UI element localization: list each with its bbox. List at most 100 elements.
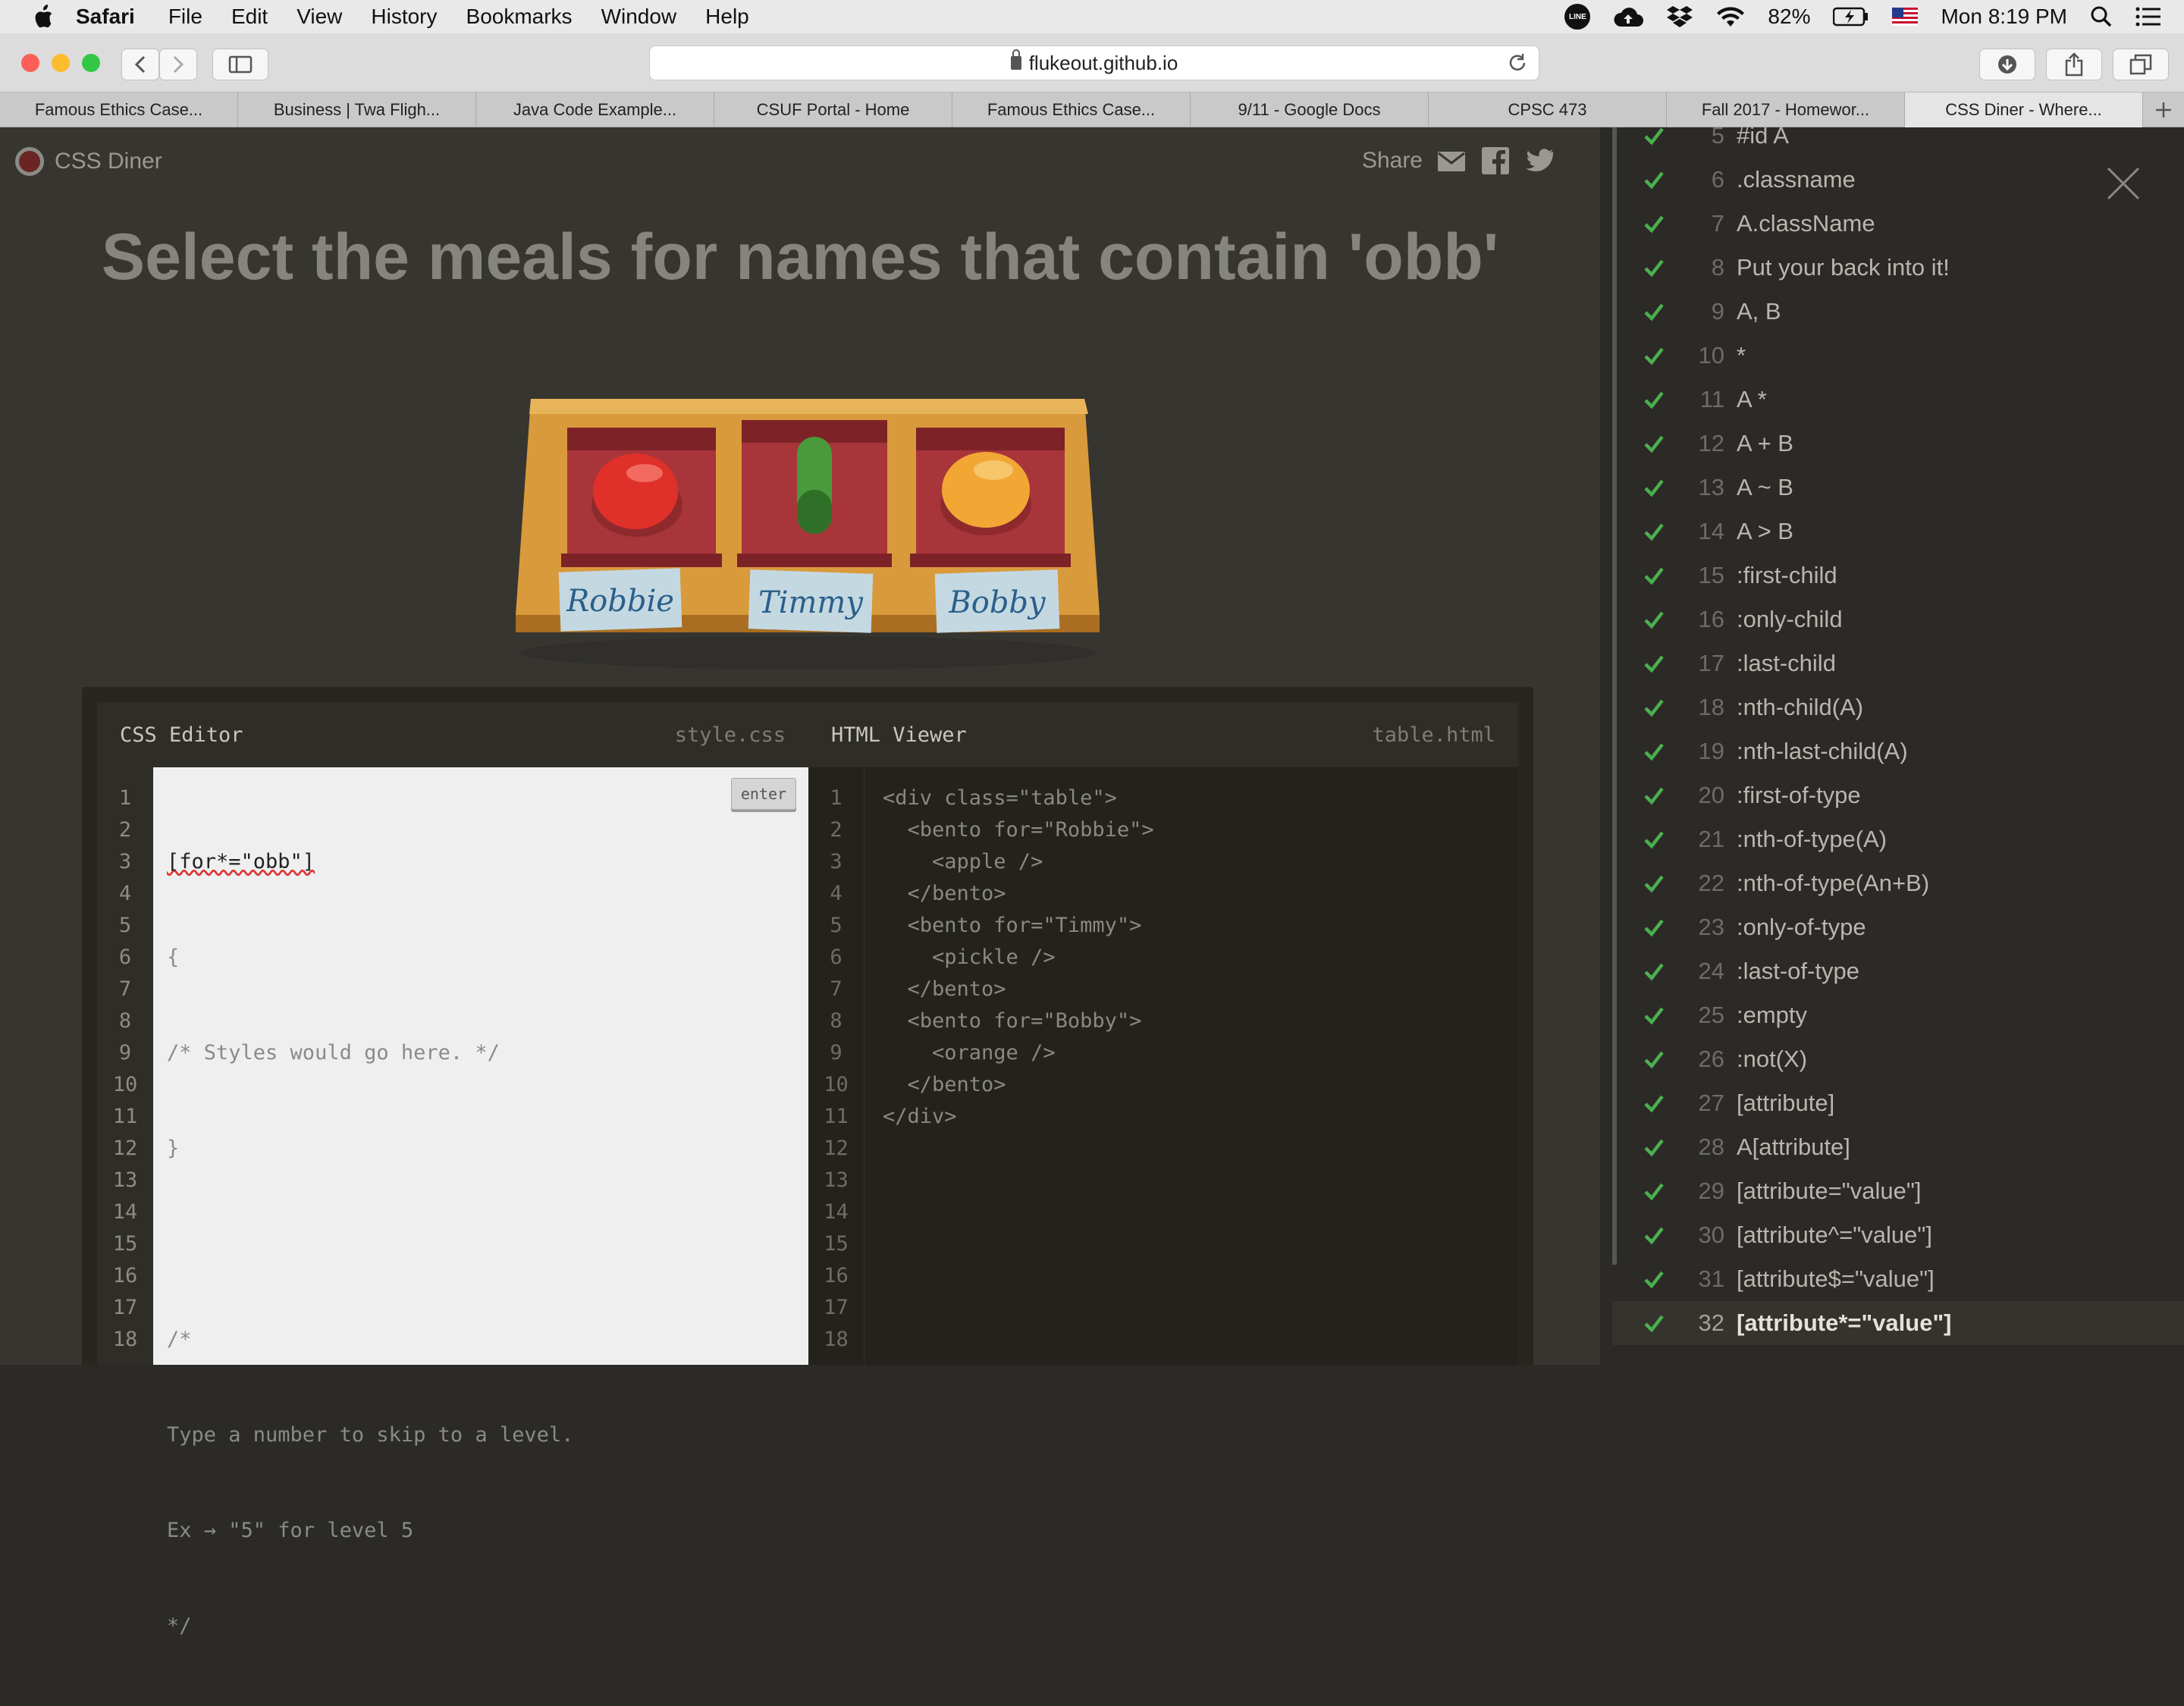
level-item-24[interactable]: 24:last-of-type <box>1612 949 2184 993</box>
level-item-32[interactable]: 32 [attribute*="value"] <box>1612 1301 2184 1345</box>
css-selector-input[interactable]: [for*="obb"] <box>167 846 573 878</box>
new-tab-button[interactable] <box>2143 93 2184 127</box>
level-item-31[interactable]: 31 [attribute$="value"] <box>1612 1257 2184 1301</box>
css-code: [for*="obb"] { /* Styles would go here. … <box>167 782 573 1706</box>
level-item-23[interactable]: 23:only-of-type <box>1612 905 2184 949</box>
menu-history[interactable]: History <box>371 5 437 29</box>
facebook-icon[interactable] <box>1480 146 1511 176</box>
html-viewer-filename: table.html <box>1372 723 1495 747</box>
level-item-19[interactable]: 19:nth-last-child(A) <box>1612 729 2184 773</box>
level-item-26[interactable]: 26:not(X) <box>1612 1037 2184 1081</box>
html-code-line[interactable]: <bento for="Timmy"> <box>883 910 1154 942</box>
line-app-icon[interactable]: LINE <box>1564 4 1591 30</box>
level-item-12[interactable]: 12 A + B <box>1612 422 2184 466</box>
level-item-11[interactable]: 11 A * <box>1612 378 2184 422</box>
battery-charging-icon[interactable] <box>1833 7 1869 27</box>
apple-menu-icon[interactable] <box>32 4 55 30</box>
html-code-line[interactable]: </div> <box>883 1101 1154 1133</box>
level-item-15[interactable]: 15:first-child <box>1612 554 2184 597</box>
tab-css-diner[interactable]: CSS Diner - Where... <box>1905 93 2143 127</box>
css-editor-body[interactable]: 1 2 3 4 5 6 7 8 9 10 11 12 13 14 15 16 17 18 [for*="obb"]… <box>97 767 808 1638</box>
level-item-5[interactable]: 5 #id A <box>1612 127 2184 158</box>
level-instruction-title: Select the meals for names that contain … <box>101 221 1499 293</box>
menubar-clock[interactable]: Mon 8:19 PM <box>1941 5 2067 29</box>
level-item-6[interactable]: 6 .classname <box>1612 158 2184 202</box>
share-button[interactable] <box>2046 49 2102 80</box>
html-code-line[interactable]: <div class="table"> <box>883 782 1154 814</box>
wifi-icon[interactable] <box>1716 5 1745 28</box>
level-item-20[interactable]: 20:first-of-type <box>1612 773 2184 817</box>
apple-icon[interactable] <box>593 453 678 529</box>
sidebar-toggle-button[interactable] <box>212 49 268 80</box>
menu-window[interactable]: Window <box>601 5 677 29</box>
html-viewer-body: 1 2 3 4 5 6 7 8 9 10 11 12 13 14 15 16 17 18 <div class="… <box>808 767 1518 1365</box>
level-item-8[interactable]: 8 Put your back into it! <box>1612 246 2184 290</box>
line-number: 7 <box>830 977 843 1001</box>
tab-csuf-portal[interactable]: CSUF Portal - Home <box>714 93 952 127</box>
level-number: 27 <box>1698 1090 1724 1116</box>
zoom-window-button[interactable] <box>82 54 100 72</box>
level-item-13[interactable]: 13 A ~ B <box>1612 466 2184 510</box>
show-tabs-button[interactable] <box>2113 49 2169 80</box>
html-code-line[interactable]: </bento> <box>883 878 1154 910</box>
level-item-22[interactable]: 22:nth-of-type(An+B) <box>1612 861 2184 905</box>
level-number: 25 <box>1698 1002 1724 1028</box>
html-code-line[interactable]: <bento for="Robbie"> <box>883 814 1154 846</box>
line-number: 16 <box>824 1264 849 1287</box>
tab-google-docs[interactable]: 9/11 - Google Docs <box>1191 93 1429 127</box>
dropbox-icon[interactable] <box>1666 5 1693 29</box>
level-name: :nth-child(A) <box>1737 694 1864 720</box>
level-item-27[interactable]: 27 [attribute] <box>1612 1081 2184 1125</box>
level-item-18[interactable]: 18:nth-child(A) <box>1612 685 2184 729</box>
bento-robbie[interactable] <box>561 428 722 567</box>
spotlight-search-icon[interactable] <box>2090 5 2113 28</box>
html-code-line[interactable]: </bento> <box>883 974 1154 1005</box>
tab-cpsc-473[interactable]: CPSC 473 <box>1429 93 1667 127</box>
twitter-icon[interactable] <box>1524 146 1555 176</box>
back-button[interactable] <box>121 49 159 80</box>
line-number: 11 <box>824 1105 849 1128</box>
tabs-overview-icon <box>2129 54 2152 75</box>
menu-view[interactable]: View <box>297 5 342 29</box>
close-window-button[interactable] <box>21 54 39 72</box>
menu-file[interactable]: File <box>168 5 202 29</box>
forward-button[interactable] <box>159 49 197 80</box>
cloud-upload-icon[interactable] <box>1613 5 1644 28</box>
tab-famous-ethics-2[interactable]: Famous Ethics Case... <box>952 93 1191 127</box>
html-code-line[interactable]: </bento> <box>883 1069 1154 1101</box>
menu-bookmarks[interactable]: Bookmarks <box>466 5 573 29</box>
bento-timmy[interactable] <box>737 420 892 567</box>
us-flag-input-icon[interactable] <box>1892 8 1919 26</box>
html-code-line[interactable]: <orange /> <box>883 1037 1154 1069</box>
html-code-line[interactable]: <pickle /> <box>883 942 1154 974</box>
minimize-window-button[interactable] <box>52 54 70 72</box>
tab-fall-2017[interactable]: Fall 2017 - Homewor... <box>1667 93 1905 127</box>
enter-button[interactable]: enter <box>731 778 796 810</box>
level-item-17[interactable]: 17:last-child <box>1612 641 2184 685</box>
menu-edit[interactable]: Edit <box>231 5 268 29</box>
tab-java-code[interactable]: Java Code Example... <box>476 93 714 127</box>
downloads-button[interactable] <box>1979 49 2035 80</box>
level-item-9[interactable]: 9 A, B <box>1612 290 2184 334</box>
css-diner-logo[interactable]: CSS Diner <box>15 147 162 176</box>
email-icon[interactable] <box>1436 146 1467 176</box>
html-code-line[interactable]: <bento for="Bobby"> <box>883 1005 1154 1037</box>
bento-bobby[interactable] <box>910 428 1071 567</box>
level-item-25[interactable]: 25:empty <box>1612 993 2184 1037</box>
level-item-16[interactable]: 16:only-child <box>1612 597 2184 641</box>
level-item-7[interactable]: 7 A.className <box>1612 202 2184 246</box>
level-item-10[interactable]: 10 * <box>1612 334 2184 378</box>
tab-business-twa[interactable]: Business | Twa Fligh... <box>238 93 476 127</box>
html-code-line[interactable]: <apple /> <box>883 846 1154 878</box>
level-item-29[interactable]: 29 [attribute="value"] <box>1612 1169 2184 1213</box>
address-bar[interactable]: flukeout.github.io <box>649 45 1539 80</box>
reload-icon[interactable] <box>1507 52 1528 74</box>
level-item-14[interactable]: 14 A > B <box>1612 510 2184 554</box>
level-item-21[interactable]: 21:nth-of-type(A) <box>1612 817 2184 861</box>
tab-famous-ethics-1[interactable]: Famous Ethics Case... <box>0 93 238 127</box>
level-item-30[interactable]: 30 [attribute^="value"] <box>1612 1213 2184 1257</box>
menu-help[interactable]: Help <box>705 5 749 29</box>
menu-safari[interactable]: Safari <box>76 5 135 29</box>
notification-center-icon[interactable] <box>2135 7 2161 27</box>
level-item-28[interactable]: 28 A[attribute] <box>1612 1125 2184 1169</box>
